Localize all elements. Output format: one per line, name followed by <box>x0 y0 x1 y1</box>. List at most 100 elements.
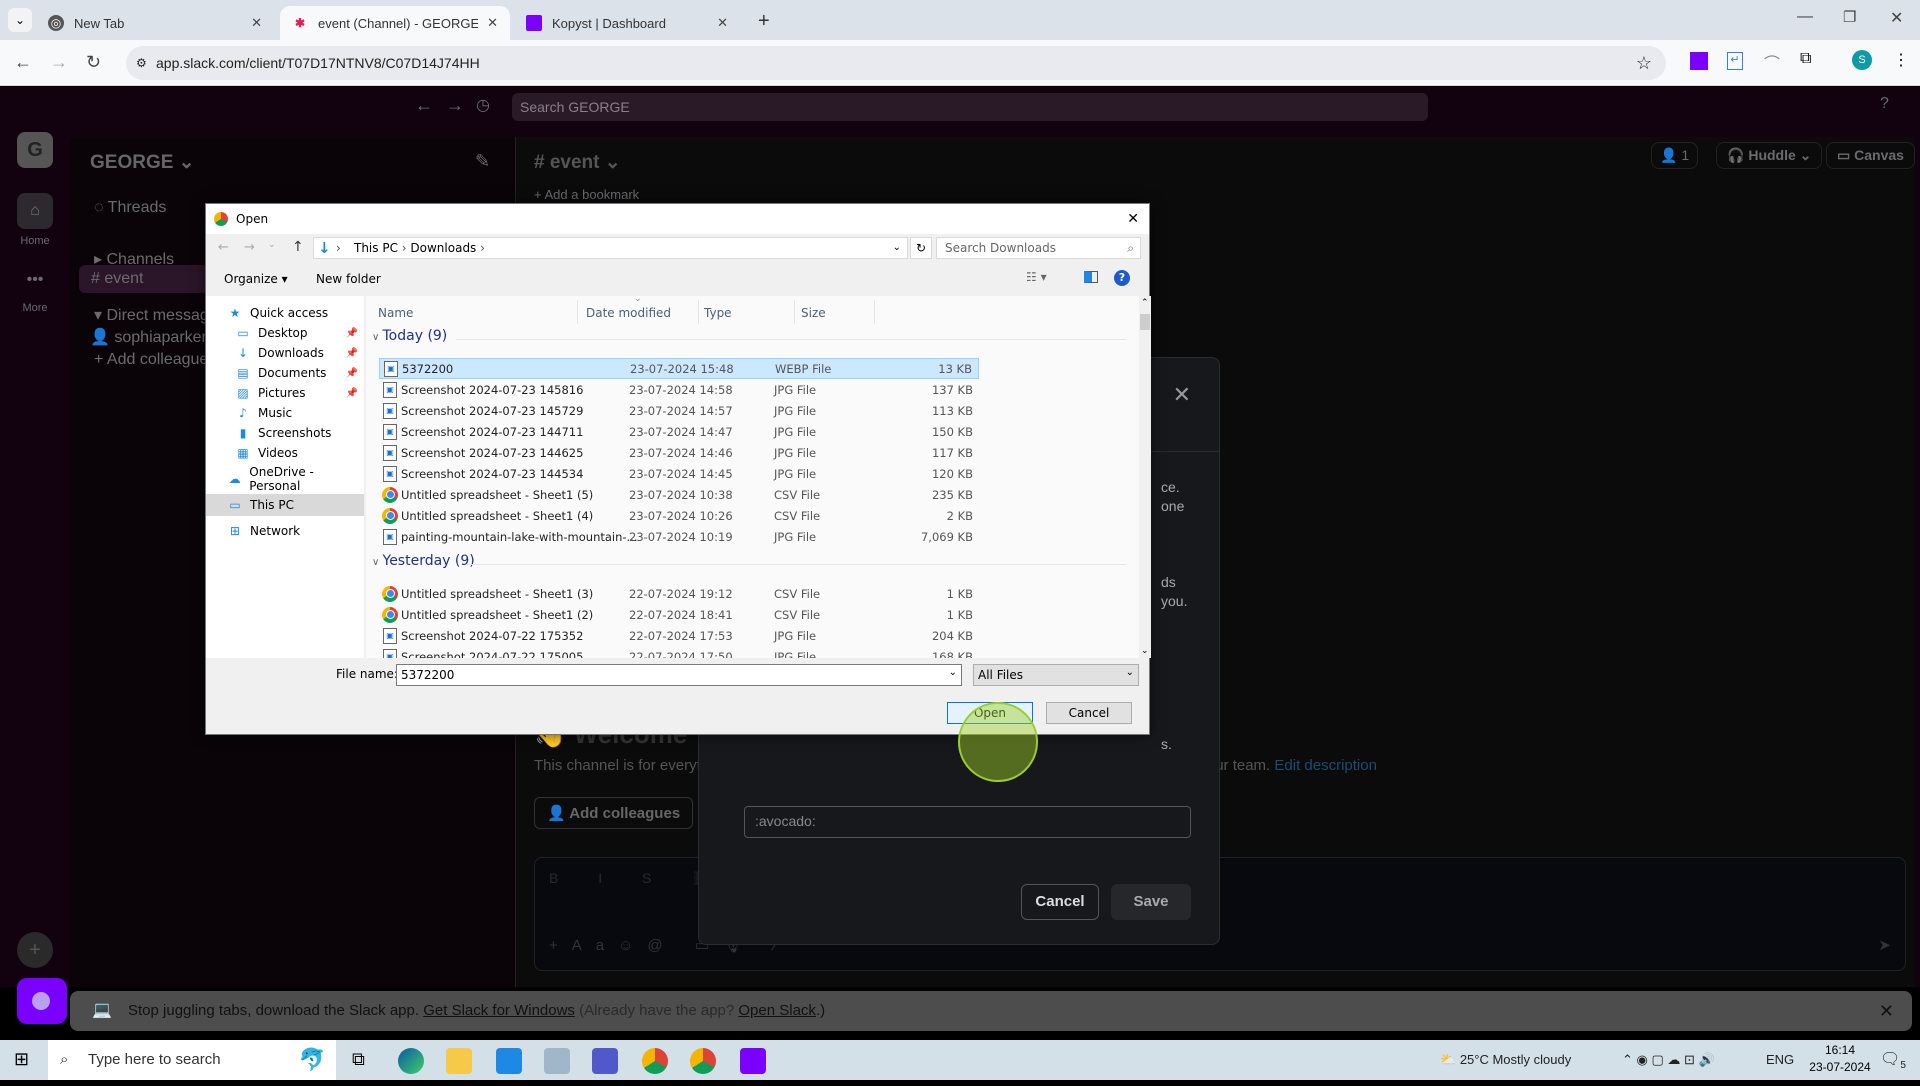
file-row[interactable]: ▣ Screenshot 2024-07-23 144534 23-07-2024 … <box>379 463 979 484</box>
preview-pane-icon[interactable] <box>1084 271 1098 283</box>
scroll-down-icon[interactable]: ⌄ <box>1141 646 1149 656</box>
close-tab-icon[interactable]: ✕ <box>251 15 262 31</box>
profile-avatar[interactable]: S <box>1852 50 1872 70</box>
file-row[interactable]: Untitled spreadsheet - Sheet1 (2) 22-07-2… <box>379 604 979 625</box>
file-name-input[interactable]: 5372200 ⌄ <box>396 664 962 686</box>
collapse-icon[interactable]: ∨ <box>372 557 383 568</box>
task-view-icon[interactable]: ⧉ <box>352 1049 365 1070</box>
windows-start-icon[interactable]: ⊞ <box>14 1049 29 1070</box>
nav-item-this-pc[interactable]: ▭ This PC <box>206 494 364 516</box>
more-icon[interactable]: ••• <box>0 271 70 289</box>
nav-item-pictures[interactable]: ▨ Pictures 📌 <box>206 382 364 404</box>
browser-menu-icon[interactable]: ⋮ <box>1893 50 1909 70</box>
extensions-puzzle-icon[interactable]: ⧉ <box>1800 50 1811 68</box>
teams-icon[interactable] <box>592 1048 618 1074</box>
file-row[interactable]: ▣ Screenshot 2024-07-22 175005 22-07-2024 … <box>379 646 979 658</box>
tab-search-button[interactable]: ⌄ <box>8 8 32 32</box>
add-workspace-icon[interactable]: + <box>17 932 53 968</box>
scroll-thumb[interactable] <box>1140 314 1150 330</box>
history-forward-icon[interactable]: → <box>446 95 464 116</box>
edit-description-link[interactable]: Edit description <box>1274 757 1377 774</box>
mail-icon[interactable] <box>496 1048 522 1074</box>
clock[interactable]: 16:14 23-07-2024 <box>1800 1042 1880 1076</box>
tab-new-tab[interactable]: ◎ New Tab ✕ <box>36 6 274 40</box>
recent-locations-icon[interactable]: ⌄ <box>268 240 276 250</box>
modal-save-button[interactable]: Save <box>1111 884 1191 920</box>
file-type-filter[interactable]: All Files ⌄ <box>973 664 1139 686</box>
slack-search-input[interactable]: Search GEORGE <box>512 93 1428 121</box>
dialog-back-icon[interactable]: ← <box>218 240 229 255</box>
file-explorer-icon[interactable] <box>446 1048 472 1074</box>
chrome-icon[interactable] <box>642 1048 668 1074</box>
reload-icon[interactable]: ↻ <box>86 52 101 73</box>
dialog-forward-icon[interactable]: → <box>244 240 255 255</box>
breadcrumb-this-pc[interactable]: This PC <box>354 241 398 255</box>
dialog-address-bar[interactable]: ↓ › This PC › Downloads › ⌄ <box>313 237 908 259</box>
group-header[interactable]: ∨ Today (9) <box>372 328 447 344</box>
scroll-up-icon[interactable]: ⌃ <box>1141 298 1149 308</box>
breadcrumb-downloads[interactable]: Downloads <box>410 241 476 255</box>
language-indicator[interactable]: ENG <box>1766 1040 1794 1080</box>
kopyst-icon[interactable] <box>740 1048 766 1074</box>
column-size[interactable]: Size <box>801 306 826 320</box>
sidebar-item-threads[interactable]: ◌ Threads <box>94 199 166 217</box>
help-icon[interactable]: ? <box>1880 95 1889 113</box>
notepad-icon[interactable] <box>544 1048 570 1074</box>
huddle-button[interactable]: 🎧 Huddle ⌄ <box>1716 142 1823 169</box>
compose-icon[interactable]: ✎ <box>475 151 490 172</box>
banner-close-icon[interactable]: ✕ <box>1879 991 1894 1031</box>
search-downloads-input[interactable]: Search Downloads ⌕ <box>936 237 1141 259</box>
members-button[interactable]: 👤 1 <box>1651 142 1699 169</box>
close-tab-icon[interactable]: ✕ <box>717 15 728 31</box>
tray-icons[interactable]: ⌃ ◉ ▢ ☁ ⊡ 🔊 <box>1622 1040 1715 1080</box>
add-colleagues-button[interactable]: 👤 Add colleagues <box>534 797 694 829</box>
refresh-icon[interactable]: ↻ <box>910 237 932 259</box>
tab-slack-event[interactable]: ✱ event (Channel) - GEORGE - Sla ✕ <box>280 6 510 40</box>
open-slack-link[interactable]: Open Slack <box>738 1002 816 1019</box>
nav-item-network[interactable]: ⊞ Network <box>206 520 364 542</box>
emoji-field[interactable]: :avocado: <box>744 806 1191 838</box>
up-folder-icon[interactable]: ↑ <box>292 239 304 255</box>
taskbar-search[interactable]: ⌕ Type here to search 🐬 <box>48 1040 336 1080</box>
home-icon[interactable]: ⌂ <box>17 193 53 229</box>
forward-icon[interactable]: → <box>50 52 68 73</box>
kopyst-extension-icon[interactable] <box>1690 52 1708 70</box>
send-icon[interactable]: ➤ <box>1878 936 1891 954</box>
bookmark-star-icon[interactable]: ☆ <box>1636 46 1652 80</box>
file-row[interactable]: ▣ Screenshot 2024-07-23 145729 23-07-2024 … <box>379 400 979 421</box>
file-list-scrollbar[interactable]: ⌃ ⌄ <box>1139 296 1151 658</box>
extension-arc-icon[interactable]: ⌒ <box>1764 50 1780 74</box>
cancel-button[interactable]: Cancel <box>1046 702 1132 724</box>
nav-item-music[interactable]: ♪ Music <box>206 402 364 424</box>
file-row[interactable]: ▣ Screenshot 2024-07-23 144625 23-07-2024 … <box>379 442 979 463</box>
workspace-avatar[interactable]: G <box>17 132 53 168</box>
site-info-icon[interactable]: ⚙ <box>136 46 147 80</box>
nav-item-downloads[interactable]: ↓ Downloads 📌 <box>206 342 364 364</box>
history-back-icon[interactable]: ← <box>415 95 433 116</box>
file-row[interactable]: Untitled spreadsheet - Sheet1 (5) 23-07-2… <box>379 484 979 505</box>
edge-icon[interactable] <box>398 1048 424 1074</box>
file-row[interactable]: ▣ Screenshot 2024-07-23 144711 23-07-2024 … <box>379 421 979 442</box>
new-folder-button[interactable]: New folder <box>316 272 381 286</box>
restore-button[interactable]: ❐ <box>1843 8 1856 26</box>
help-icon[interactable]: ? <box>1114 270 1130 286</box>
sidebar-add-colleagues[interactable]: + Add colleagues <box>94 351 216 369</box>
sidebar-item-dm[interactable]: 👤 sophiaparker <box>90 327 207 347</box>
column-type[interactable]: Type <box>704 306 732 320</box>
nav-item-onedrive-personal[interactable]: ☁ OneDrive - Personal <box>206 465 364 493</box>
file-row[interactable]: ▣ Screenshot 2024-07-22 175352 22-07-2024 … <box>379 625 979 646</box>
file-row[interactable]: ▣ Screenshot 2024-07-23 145816 23-07-2024 … <box>379 379 979 400</box>
notifications-icon[interactable]: 🗨5 <box>1880 1040 1906 1080</box>
organize-button[interactable]: Organize ▾ <box>224 272 288 286</box>
weather-widget[interactable]: ⛅ 25°C Mostly cloudy <box>1440 1040 1571 1080</box>
nav-item-videos[interactable]: ▦ Videos <box>206 442 364 464</box>
minimize-button[interactable]: — <box>1797 8 1813 26</box>
dialog-close-icon[interactable]: ✕ <box>1127 204 1139 234</box>
channel-title[interactable]: # event ⌄ <box>534 151 621 174</box>
nav-item-screenshots[interactable]: ▮ Screenshots <box>206 422 364 444</box>
column-name[interactable]: Name <box>378 306 413 320</box>
file-row[interactable]: Untitled spreadsheet - Sheet1 (4) 23-07-2… <box>379 505 979 526</box>
modal-close-icon[interactable]: ✕ <box>1173 382 1191 408</box>
file-row[interactable]: ▣ painting-mountain-lake-with-mountain-..… <box>379 526 979 547</box>
get-slack-link[interactable]: Get Slack for Windows <box>423 1002 575 1019</box>
